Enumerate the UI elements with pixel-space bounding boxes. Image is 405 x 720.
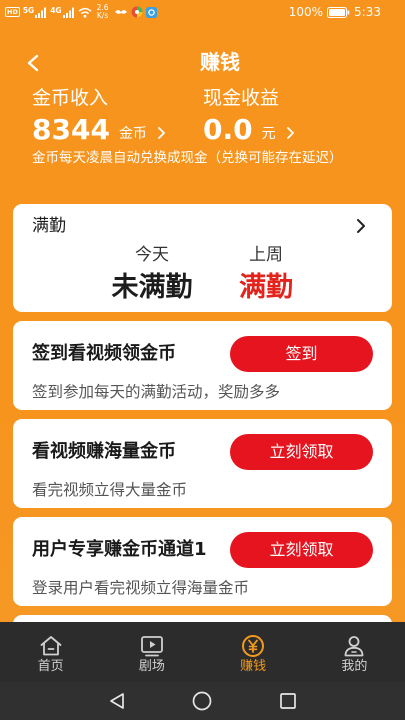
last-week-label: 上周 xyxy=(249,245,283,265)
task-title: 用户专享赚金币通道1 xyxy=(32,539,207,560)
check-in-button[interactable]: 签到 xyxy=(230,336,373,372)
status-bar: HD 5G 4G 2.6 K/s 100% 5:33 xyxy=(0,0,405,24)
coin-income-section: 金币收入 8344 金币 xyxy=(32,86,166,145)
today-label: 今天 xyxy=(135,245,169,265)
coin-unit-label: 金币 xyxy=(118,125,147,142)
task-description: 看完视频立得大量金币 xyxy=(32,481,188,499)
play-screen-icon xyxy=(140,636,163,657)
cash-income-link[interactable]: 0.0 元 xyxy=(203,115,295,145)
earn-page: HD 5G 4G 2.6 K/s 100% 5:33 赚钱 金币收入 8344 … xyxy=(0,0,405,720)
recents-square-icon xyxy=(280,693,296,709)
tab-label: 我的 xyxy=(341,659,368,674)
cash-income-section: 现金收益 0.0 元 xyxy=(203,86,295,145)
blue-app-icon xyxy=(145,6,157,18)
coin-income-value: 8344 xyxy=(32,113,110,146)
chevron-right-icon xyxy=(357,219,365,233)
clock-time: 5:33 xyxy=(354,5,381,19)
bird-app-icon xyxy=(114,10,127,14)
system-recents-button[interactable] xyxy=(277,690,299,712)
wifi-icon xyxy=(78,7,92,18)
last-week-status: 满勤 xyxy=(239,272,293,303)
page-title: 赚钱 xyxy=(200,50,240,74)
tab-theater[interactable]: 剧场 xyxy=(101,622,202,682)
cash-unit-label: 元 xyxy=(261,125,276,142)
tab-label: 赚钱 xyxy=(240,659,267,674)
tab-home[interactable]: 首页 xyxy=(0,622,101,682)
tab-label: 首页 xyxy=(37,659,64,674)
task-description: 签到参加每天的满勤活动，奖励多多 xyxy=(32,383,281,401)
user-icon xyxy=(344,636,364,657)
chevron-right-icon xyxy=(158,126,165,139)
home-circle-icon xyxy=(192,691,212,711)
claim-now-button[interactable]: 立刻领取 xyxy=(230,434,373,470)
colorful-app-icon xyxy=(131,6,143,18)
cash-income-label: 现金收益 xyxy=(203,87,280,109)
cash-income-value: 0.0 xyxy=(203,113,253,146)
today-status: 未满勤 xyxy=(111,272,193,303)
attendance-header-link[interactable]: 满勤 xyxy=(13,204,392,248)
back-triangle-icon xyxy=(110,693,124,709)
coin-income-label: 金币收入 xyxy=(32,87,109,109)
home-icon xyxy=(40,636,62,656)
task-card: 看视频赚海量金币 立刻领取 看完视频立得大量金币 xyxy=(13,419,392,508)
battery-percent: 100% xyxy=(288,5,324,19)
task-card: 签到看视频领金币 签到 签到参加每天的满勤活动，奖励多多 xyxy=(13,321,392,410)
system-navigation-bar xyxy=(0,682,405,720)
signal-icon xyxy=(62,7,74,18)
system-back-button[interactable] xyxy=(106,690,128,712)
battery-icon xyxy=(327,6,350,18)
tab-earn[interactable]: 赚钱 xyxy=(203,622,304,682)
back-button[interactable] xyxy=(20,50,46,76)
tab-label: 剧场 xyxy=(138,659,165,674)
chevron-left-icon xyxy=(27,54,39,72)
hd-voice-badge: HD xyxy=(5,7,20,17)
coin-income-link[interactable]: 8344 金币 xyxy=(32,115,166,145)
yen-coin-icon xyxy=(242,635,265,657)
task-title: 签到看视频领金币 xyxy=(32,343,176,364)
attendance-title: 满勤 xyxy=(32,216,66,236)
system-home-button[interactable] xyxy=(191,690,213,712)
status-right-group: 100% 5:33 xyxy=(289,0,381,24)
network-speed: 2.6 K/s xyxy=(97,4,109,20)
attendance-today: 今天 未满勤 xyxy=(92,245,212,304)
sim2-signal: 4G xyxy=(50,5,74,18)
exchange-note: 金币每天凌晨自动兑换成现金（兑换可能存在延迟） xyxy=(32,150,343,166)
task-card: 用户专享赚金币通道1 立刻领取 登录用户看完视频立得海量金币 xyxy=(13,517,392,606)
chevron-right-icon xyxy=(286,126,294,139)
attendance-last-week: 上周 满勤 xyxy=(206,245,326,304)
status-left-group: HD 5G 4G 2.6 K/s xyxy=(5,0,157,24)
task-description: 登录用户看完视频立得海量金币 xyxy=(32,579,250,597)
network-speed-unit: K/s xyxy=(96,11,109,20)
tab-profile[interactable]: 我的 xyxy=(304,622,405,682)
attendance-card: 满勤 今天 未满勤 上周 满勤 xyxy=(13,204,392,312)
claim-now-button[interactable]: 立刻领取 xyxy=(230,532,373,568)
sim1-network-type: 5G xyxy=(22,5,35,15)
bottom-tab-bar: 首页 剧场 赚钱 我的 xyxy=(0,622,405,682)
sim1-signal: 5G xyxy=(22,5,47,18)
sim2-network-type: 4G xyxy=(50,5,62,15)
signal-icon xyxy=(35,7,47,18)
task-title: 看视频赚海量金币 xyxy=(32,441,176,462)
